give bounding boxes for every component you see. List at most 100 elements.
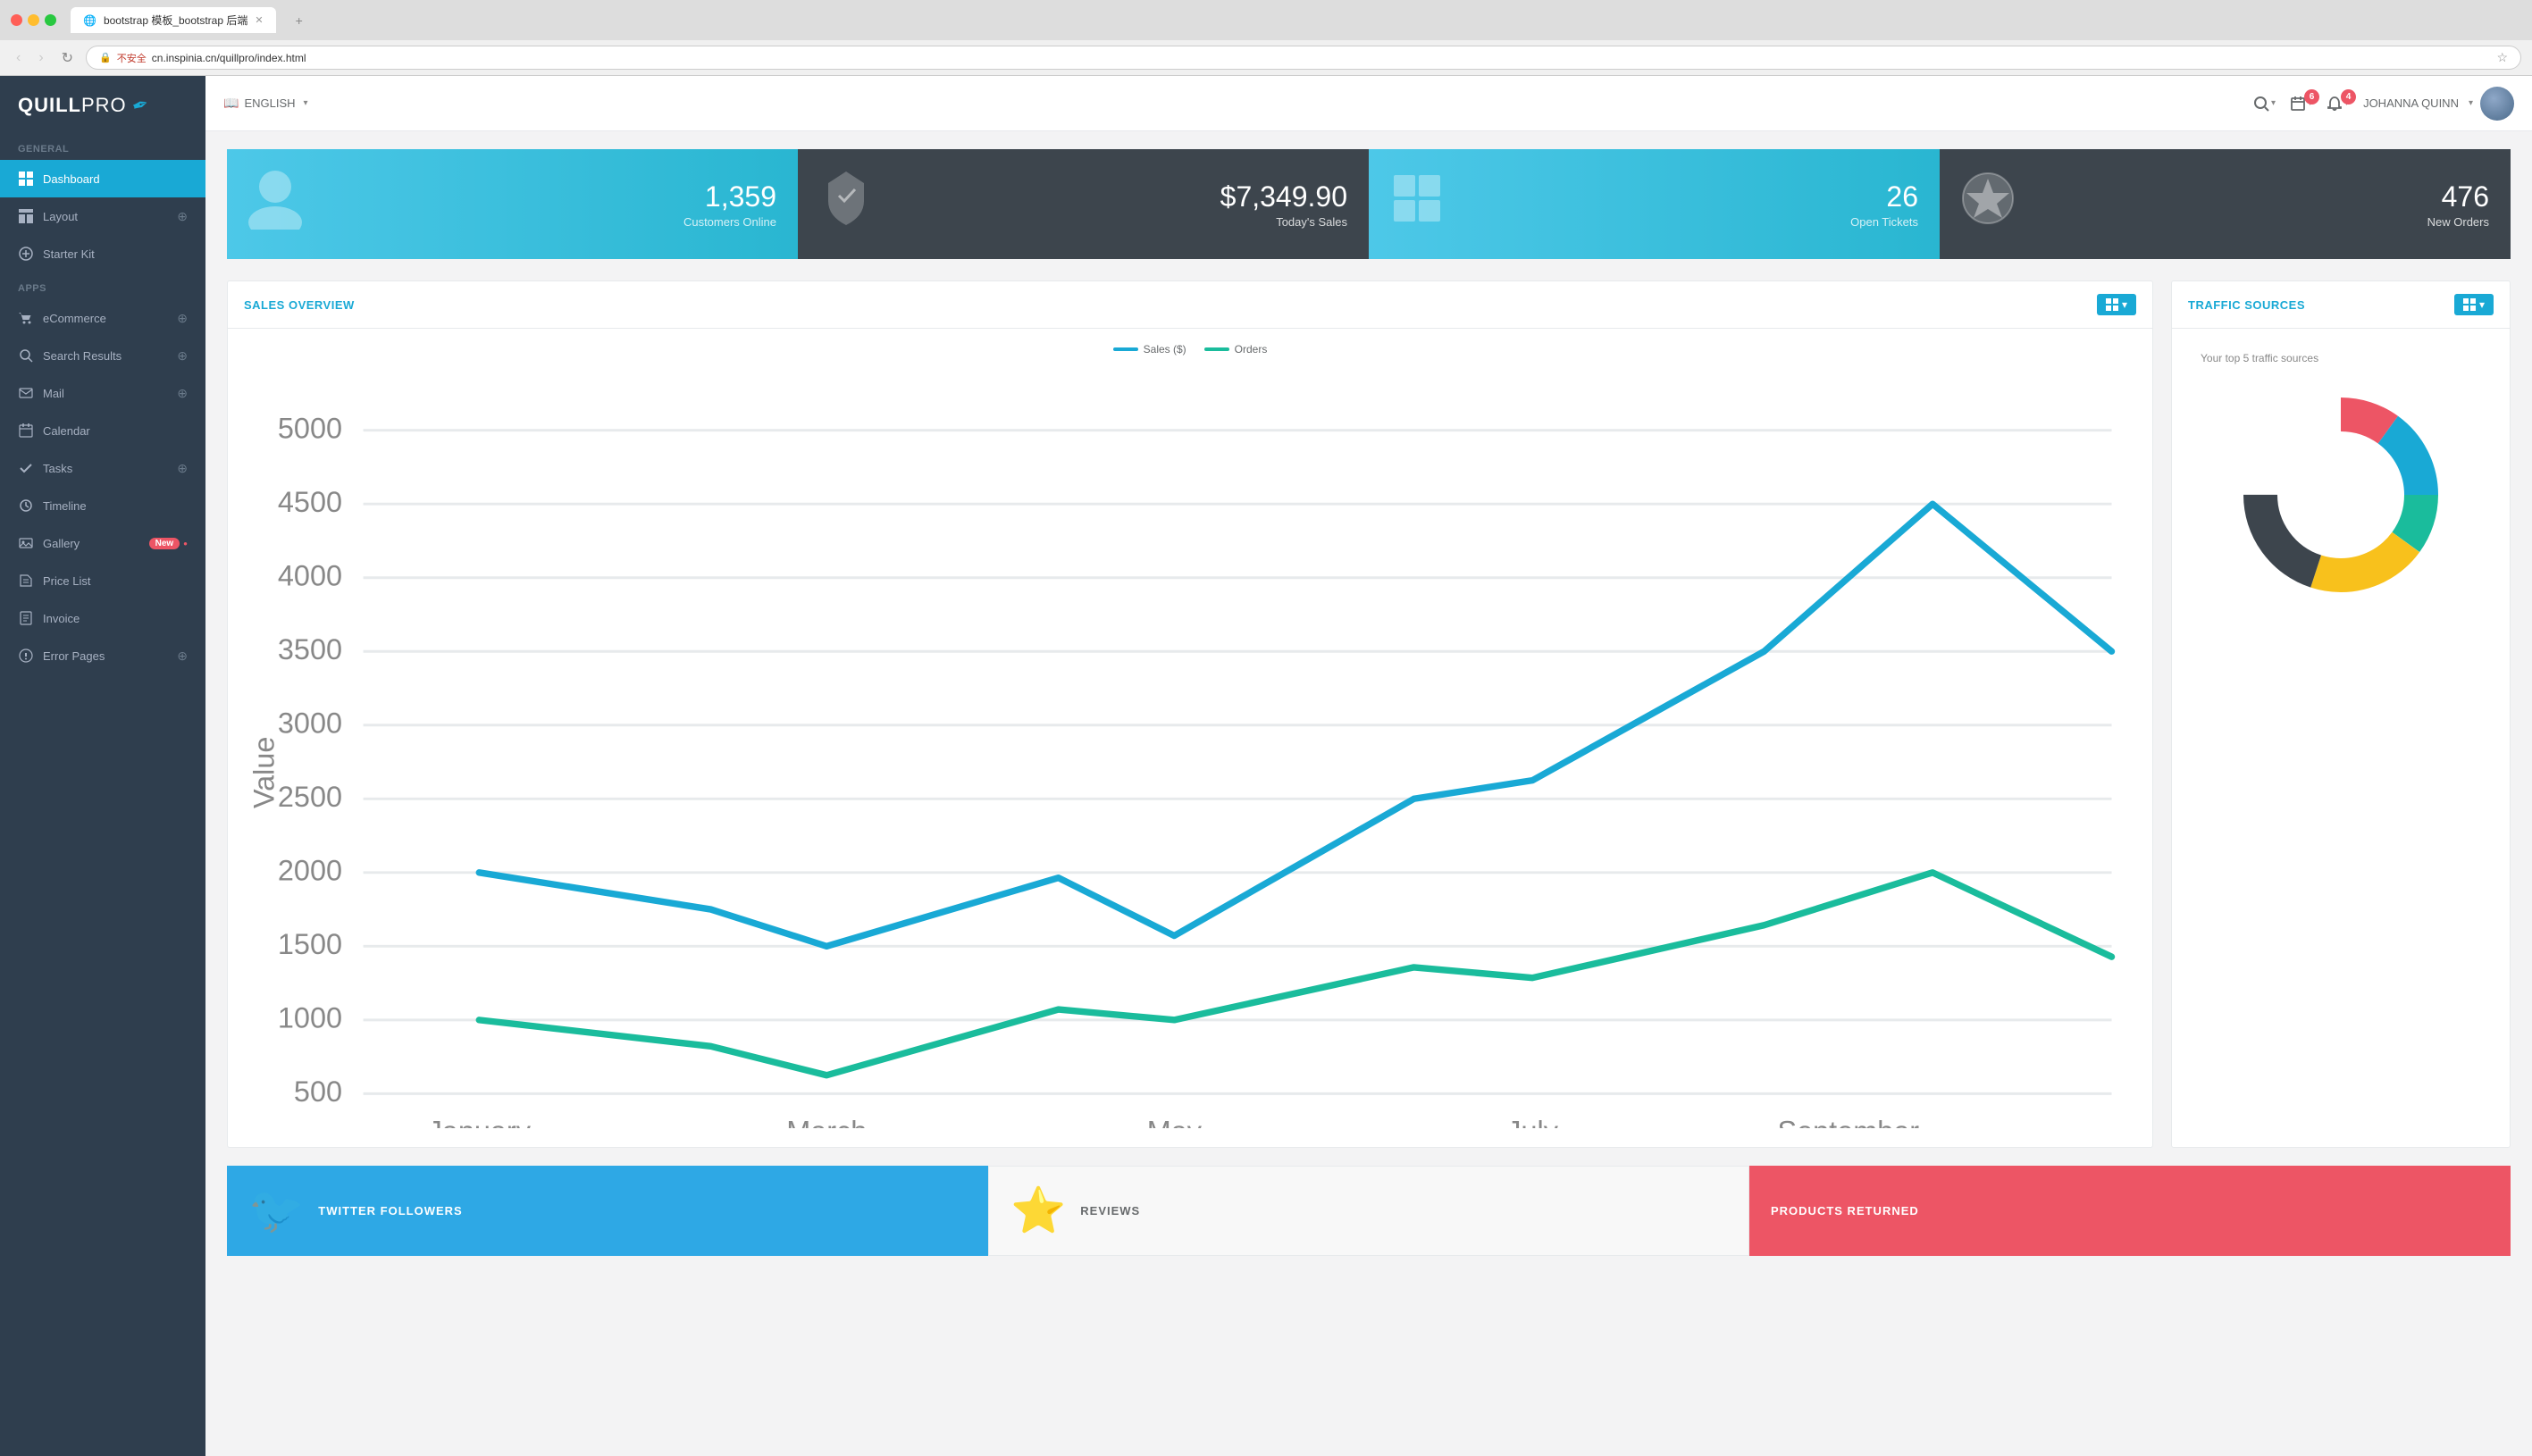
- sidebar: QUILLPRO ✒ GENERAL Dashboard Layout: [0, 76, 205, 1456]
- sidebar-item-starter-kit[interactable]: Starter Kit: [0, 235, 205, 272]
- bottom-card-twitter: 🐦 TWITTER FOLLOWERS: [227, 1166, 988, 1256]
- sidebar-item-gallery[interactable]: Gallery New ●: [0, 524, 205, 562]
- user-dropdown-arrow: ▾: [2469, 98, 2473, 108]
- svg-text:1000: 1000: [278, 1002, 342, 1034]
- language-label: ENGLISH: [244, 96, 295, 110]
- error-pages-icon: [18, 648, 34, 664]
- twitter-icon: 🐦: [248, 1184, 304, 1237]
- sidebar-item-label-search-results: Search Results: [43, 349, 177, 363]
- bottom-cards: 🐦 TWITTER FOLLOWERS ⭐ REVIEWS PRODUCTS R…: [227, 1166, 2511, 1256]
- legend-orders-label: Orders: [1235, 343, 1268, 356]
- traffic-dropdown-arrow: ▾: [2479, 298, 2485, 311]
- sales-chart-container: 5000 4500 4000 3500 3000 2500 2000 1500 …: [242, 364, 2138, 1133]
- header: 📖 ENGLISH ▾ ▾ 6 ▾ 4 ▾: [205, 76, 2532, 131]
- charts-row: SALES OVERVIEW ▾ Sales ($): [227, 280, 2511, 1148]
- notifications-button[interactable]: 4 ▾: [2327, 96, 2349, 112]
- sidebar-item-error-pages[interactable]: Error Pages: [0, 637, 205, 674]
- legend-orders-color: [1204, 347, 1229, 351]
- svg-text:5000: 5000: [278, 413, 342, 445]
- stat-card-customers: 1,359 Customers Online: [227, 149, 798, 259]
- price-list-icon: [18, 573, 34, 589]
- calendar-icon: [18, 423, 34, 439]
- sidebar-item-layout[interactable]: Layout: [0, 197, 205, 235]
- browser-chrome: 🌐 bootstrap 模板_bootstrap 后端 ✕ + ‹ › ↻ 🔒 …: [0, 0, 2532, 76]
- svg-text:3000: 3000: [278, 707, 342, 740]
- bookmark-icon[interactable]: ☆: [2496, 50, 2508, 65]
- sidebar-item-label-starter-kit: Starter Kit: [43, 247, 188, 261]
- sidebar-item-label-error-pages: Error Pages: [43, 649, 177, 663]
- traffic-chart-header: TRAFFIC SOURCES ▾: [2172, 281, 2510, 329]
- sidebar-item-label-invoice: Invoice: [43, 612, 188, 625]
- bottom-card-products: PRODUCTS RETURNED: [1749, 1166, 2511, 1256]
- reviews-info: REVIEWS: [1080, 1204, 1140, 1218]
- search-dropdown-arrow: ▾: [2271, 98, 2276, 108]
- minimize-dot[interactable]: [28, 14, 39, 26]
- tickets-info: 26 Open Tickets: [1458, 180, 1918, 229]
- sidebar-section-general: GENERAL Dashboard Layout Starter Kit: [0, 133, 205, 272]
- user-menu[interactable]: JOHANNA QUINN ▾: [2363, 87, 2514, 121]
- sidebar-item-price-list[interactable]: Price List: [0, 562, 205, 599]
- svg-text:3500: 3500: [278, 633, 342, 665]
- sidebar-item-label-timeline: Timeline: [43, 499, 188, 513]
- search-button[interactable]: ▾: [2253, 96, 2276, 112]
- traffic-chart-menu-button[interactable]: ▾: [2454, 294, 2494, 315]
- traffic-chart-title: TRAFFIC SOURCES: [2188, 298, 2305, 312]
- svg-text:July: July: [1506, 1115, 1558, 1127]
- search-results-icon: [18, 347, 34, 364]
- sidebar-item-label-ecommerce: eCommerce: [43, 312, 177, 325]
- sidebar-item-search-results[interactable]: Search Results: [0, 337, 205, 374]
- calendar-button[interactable]: 6 ▾: [2290, 96, 2312, 112]
- sidebar-item-tasks[interactable]: Tasks: [0, 449, 205, 487]
- book-icon: 📖: [223, 96, 239, 111]
- traffic-subtitle: Your top 5 traffic sources: [2195, 352, 2318, 364]
- avatar-image: [2480, 87, 2514, 121]
- tickets-value: 26: [1458, 180, 1918, 213]
- logo-bold: QUILL: [18, 94, 81, 116]
- browser-tab[interactable]: 🌐 bootstrap 模板_bootstrap 后端 ✕: [71, 7, 276, 33]
- stat-cards: 1,359 Customers Online $7,349.90 Today's…: [227, 149, 2511, 259]
- sidebar-item-mail[interactable]: Mail: [0, 374, 205, 412]
- mail-expand-icon: [177, 386, 188, 401]
- products-title: PRODUCTS RETURNED: [1771, 1204, 1919, 1218]
- reload-button[interactable]: ↻: [56, 47, 79, 69]
- stat-card-tickets: 26 Open Tickets: [1369, 149, 1940, 259]
- stat-card-orders: 476 New Orders: [1940, 149, 2511, 259]
- sales-chart-title: SALES OVERVIEW: [244, 298, 355, 312]
- page-body: 1,359 Customers Online $7,349.90 Today's…: [205, 131, 2532, 1456]
- layout-expand-icon: [177, 209, 188, 224]
- tickets-icon: [1390, 172, 1444, 237]
- svg-text:Value: Value: [247, 737, 280, 808]
- sidebar-item-ecommerce[interactable]: eCommerce: [0, 299, 205, 337]
- forward-button[interactable]: ›: [33, 48, 48, 68]
- browser-dots: [11, 14, 56, 26]
- sales-chart-menu-button[interactable]: ▾: [2097, 294, 2136, 315]
- traffic-chart-body: Your top 5 traffic sources: [2172, 329, 2510, 634]
- sales-chart-body: Sales ($) Orders 5000 4500: [228, 329, 2152, 1147]
- url-bar[interactable]: 🔒 不安全 cn.inspinia.cn/quillpro/index.html…: [86, 46, 2521, 70]
- orders-value: 476: [2029, 180, 2489, 213]
- products-info: PRODUCTS RETURNED: [1771, 1204, 1919, 1218]
- sidebar-item-label-price-list: Price List: [43, 574, 188, 588]
- ecommerce-icon: [18, 310, 34, 326]
- close-dot[interactable]: [11, 14, 22, 26]
- logo-light: PRO: [81, 94, 127, 116]
- header-language-selector[interactable]: 📖 ENGLISH ▾: [223, 96, 308, 111]
- tab-close-button[interactable]: ✕: [255, 14, 263, 26]
- new-tab-button[interactable]: +: [283, 8, 315, 33]
- sales-chart-svg: 5000 4500 4000 3500 3000 2500 2000 1500 …: [242, 364, 2138, 1128]
- back-button[interactable]: ‹: [11, 48, 26, 68]
- sidebar-item-invoice[interactable]: Invoice: [0, 599, 205, 637]
- sidebar-item-label-calendar: Calendar: [43, 424, 188, 438]
- sidebar-item-calendar[interactable]: Calendar: [0, 412, 205, 449]
- sidebar-item-dashboard[interactable]: Dashboard: [0, 160, 205, 197]
- maximize-dot[interactable]: [45, 14, 56, 26]
- gallery-icon: [18, 535, 34, 551]
- svg-text:500: 500: [294, 1075, 342, 1108]
- donut-chart-svg: [2225, 379, 2457, 611]
- gallery-badge-dot: ●: [183, 540, 188, 548]
- sidebar-logo: QUILLPRO ✒: [0, 76, 205, 133]
- logo-icon: ✒: [129, 92, 152, 120]
- sidebar-item-label-gallery: Gallery: [43, 537, 149, 550]
- sales-overview-panel: SALES OVERVIEW ▾ Sales ($): [227, 280, 2153, 1148]
- sidebar-item-timeline[interactable]: Timeline: [0, 487, 205, 524]
